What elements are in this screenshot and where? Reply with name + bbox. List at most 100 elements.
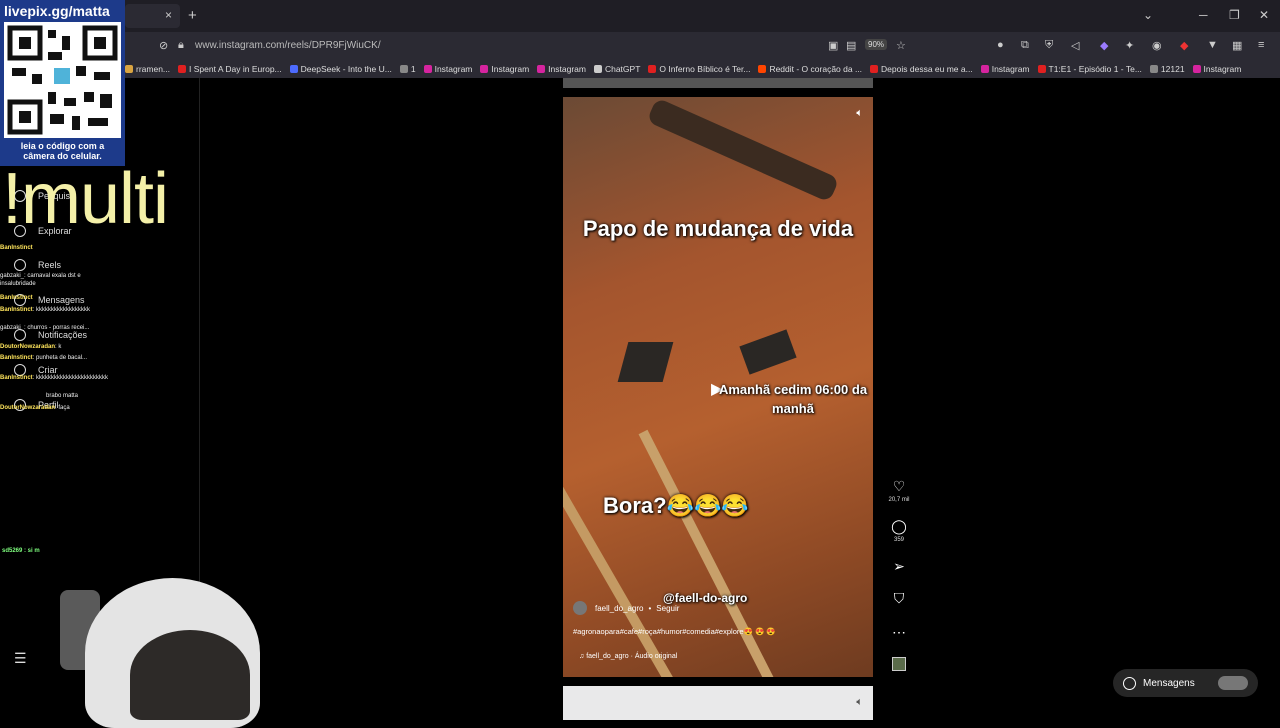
shield-icon[interactable]: ⛨: [1045, 39, 1053, 52]
comment-button[interactable]: ◯ 359: [884, 518, 914, 543]
reader-icon[interactable]: ▤: [846, 39, 856, 52]
bookmark-item[interactable]: Instagram: [980, 64, 1030, 74]
previous-reel[interactable]: [563, 78, 873, 88]
more-button[interactable]: ⋯: [884, 624, 914, 641]
bookmark-item[interactable]: Reddit - O coração da ...: [758, 64, 862, 74]
bookmark-label: 1: [410, 64, 416, 74]
send-icon[interactable]: ➢: [884, 558, 914, 575]
bookmark-label: ChatGPT: [604, 64, 641, 74]
heart-icon[interactable]: ♡: [884, 478, 914, 495]
audio-thumbnail[interactable]: [884, 657, 914, 676]
extension-icon[interactable]: ▦: [1232, 39, 1242, 52]
messages-button[interactable]: Mensagens: [1113, 669, 1258, 697]
instagram-icon: [1192, 65, 1201, 73]
bookmark-item[interactable]: DeepSeek - Into the U...: [289, 64, 392, 74]
window-close-icon[interactable]: ✕: [1259, 8, 1269, 22]
bookmark-item[interactable]: O Inferno Bíblico é Ter...: [648, 64, 750, 74]
bookmark-item[interactable]: ChatGPT: [593, 64, 641, 74]
qr-title: livepix.gg/matta: [4, 3, 110, 19]
new-tab-button[interactable]: +: [188, 7, 197, 24]
log-shape: [646, 97, 840, 203]
next-reel[interactable]: 🔈︎: [563, 686, 873, 720]
reel-audio[interactable]: ♫ faell_do_agro · Áudio original: [579, 653, 677, 660]
restore-icon[interactable]: ❐: [1229, 8, 1240, 22]
chat-text: : k: [55, 344, 62, 350]
extension-icon[interactable]: ◆: [1180, 39, 1188, 52]
zoom-level[interactable]: 90%: [865, 39, 888, 50]
hoe-handle-shape: [638, 429, 775, 677]
extension-icon[interactable]: ⧉: [1021, 39, 1029, 52]
url-field[interactable]: www.instagram.com/reels/DPR9FjWiuCK/: [195, 40, 381, 51]
bookmark-icon[interactable]: ⛉: [884, 590, 914, 607]
audio-thumbnail-icon[interactable]: [892, 657, 906, 671]
deepseek-icon: [289, 65, 298, 73]
reel-caption-time: Amanhã cedim 06:00 da manhã: [718, 382, 868, 416]
like-count: 20,7 mil: [888, 497, 910, 503]
browser-tab[interactable]: ×: [125, 4, 180, 28]
tracking-protection-icon[interactable]: ⊘: [159, 39, 168, 52]
reel-video[interactable]: 🔈︎ Papo de mudança de vida ▶ Amanhã cedi…: [563, 97, 873, 677]
extension-icon[interactable]: ✦: [1125, 39, 1134, 52]
speaker-icon[interactable]: ◁: [1071, 39, 1079, 52]
browser-titlebar: × + ⌄ ─ ❐ ✕: [0, 0, 1280, 32]
bookmark-label: Instagram: [1203, 64, 1242, 74]
bookmark-star-icon[interactable]: ☆: [896, 39, 906, 52]
author-name[interactable]: faell_do_agro: [595, 604, 643, 613]
bookmark-item[interactable]: rramen...: [125, 64, 170, 74]
cam-chat-line: sd5269 : si m: [2, 548, 40, 554]
bookmark-item[interactable]: Instagram: [423, 64, 472, 74]
more-options-icon[interactable]: ⋯: [884, 624, 914, 641]
reel-author[interactable]: faell_do_agro • Seguir: [573, 601, 679, 615]
tab-list-icon[interactable]: ⌄: [1143, 8, 1153, 22]
tab-close-icon[interactable]: ×: [165, 8, 172, 22]
bookmark-item[interactable]: 12121: [1149, 64, 1185, 74]
chat-user: DoutorNowzaradan: [0, 344, 56, 350]
like-button[interactable]: ♡ 20,7 mil: [884, 478, 914, 503]
bookmark-item[interactable]: Instagram: [480, 64, 529, 74]
bookmark-item[interactable]: Instagram: [1192, 64, 1242, 74]
youtube-icon: [648, 65, 657, 73]
bookmark-item[interactable]: 1: [399, 64, 416, 74]
follow-button[interactable]: Seguir: [656, 604, 679, 613]
bookmark-label: I Spent A Day in Europ...: [189, 64, 282, 74]
reddit-icon: [758, 65, 767, 73]
extension-icon[interactable]: ◉: [1152, 39, 1162, 52]
audio-icon[interactable]: 🔈︎: [856, 107, 863, 120]
save-button[interactable]: ⛉: [884, 590, 914, 607]
instagram-icon: [423, 65, 432, 73]
bookmark-label: Instagram: [548, 64, 586, 74]
bookmark-item[interactable]: Instagram: [537, 64, 586, 74]
reel-caption-title: Papo de mudança de vida: [582, 216, 854, 241]
extension-icon[interactable]: ◆: [1100, 39, 1108, 52]
audio-icon[interactable]: 🔈︎: [856, 696, 863, 709]
nav-reels[interactable]: Reels: [14, 259, 61, 271]
audio-label: faell_do_agro · Áudio original: [586, 653, 678, 660]
reel-hashtags[interactable]: #agronaopara#cafe#roça#humor#comedia#exp…: [573, 627, 776, 636]
comment-icon[interactable]: ◯: [884, 518, 914, 535]
chat-message: DoutorNowzaradan: k: [0, 343, 61, 351]
menu-icon[interactable]: ≡: [1258, 39, 1264, 51]
reel-caption-bora: Bora?😂😂😂: [603, 493, 749, 518]
bookmark-label: Depois dessa eu me a...: [881, 64, 973, 74]
nav-label: Reels: [38, 260, 62, 270]
instagram-icon: [480, 65, 489, 73]
bookmark-item[interactable]: T1:E1 - Episódio 1 - Te...: [1037, 64, 1142, 74]
bookmark-label: Instagram: [991, 64, 1030, 74]
share-button[interactable]: ➢: [884, 558, 914, 575]
bookmark-label: 12121: [1160, 64, 1185, 74]
author-avatar[interactable]: [573, 601, 587, 615]
chat-text: brabo matta: [46, 393, 79, 399]
minimize-icon[interactable]: ─: [1199, 8, 1208, 22]
chat-message: gabzaki_: carnaval exala dst e insalubri…: [0, 272, 110, 288]
chat-message: BanInstinct: punheta de bacal...: [0, 354, 110, 362]
folder-icon: [1149, 65, 1158, 73]
bookmark-item[interactable]: Depois dessa eu me a...: [870, 64, 973, 74]
extension-icon[interactable]: ●: [997, 39, 1004, 51]
extension-icon[interactable]: ▼: [1207, 39, 1218, 51]
chat-user: gabzaki_: [0, 273, 25, 279]
chat-text: : punheta de bacal...: [32, 355, 88, 361]
youtube-icon: [870, 65, 879, 73]
lock-icon[interactable]: 🔒︎: [178, 39, 184, 52]
bookmark-item[interactable]: I Spent A Day in Europ...: [178, 64, 282, 74]
pip-icon[interactable]: ▣: [828, 39, 838, 52]
